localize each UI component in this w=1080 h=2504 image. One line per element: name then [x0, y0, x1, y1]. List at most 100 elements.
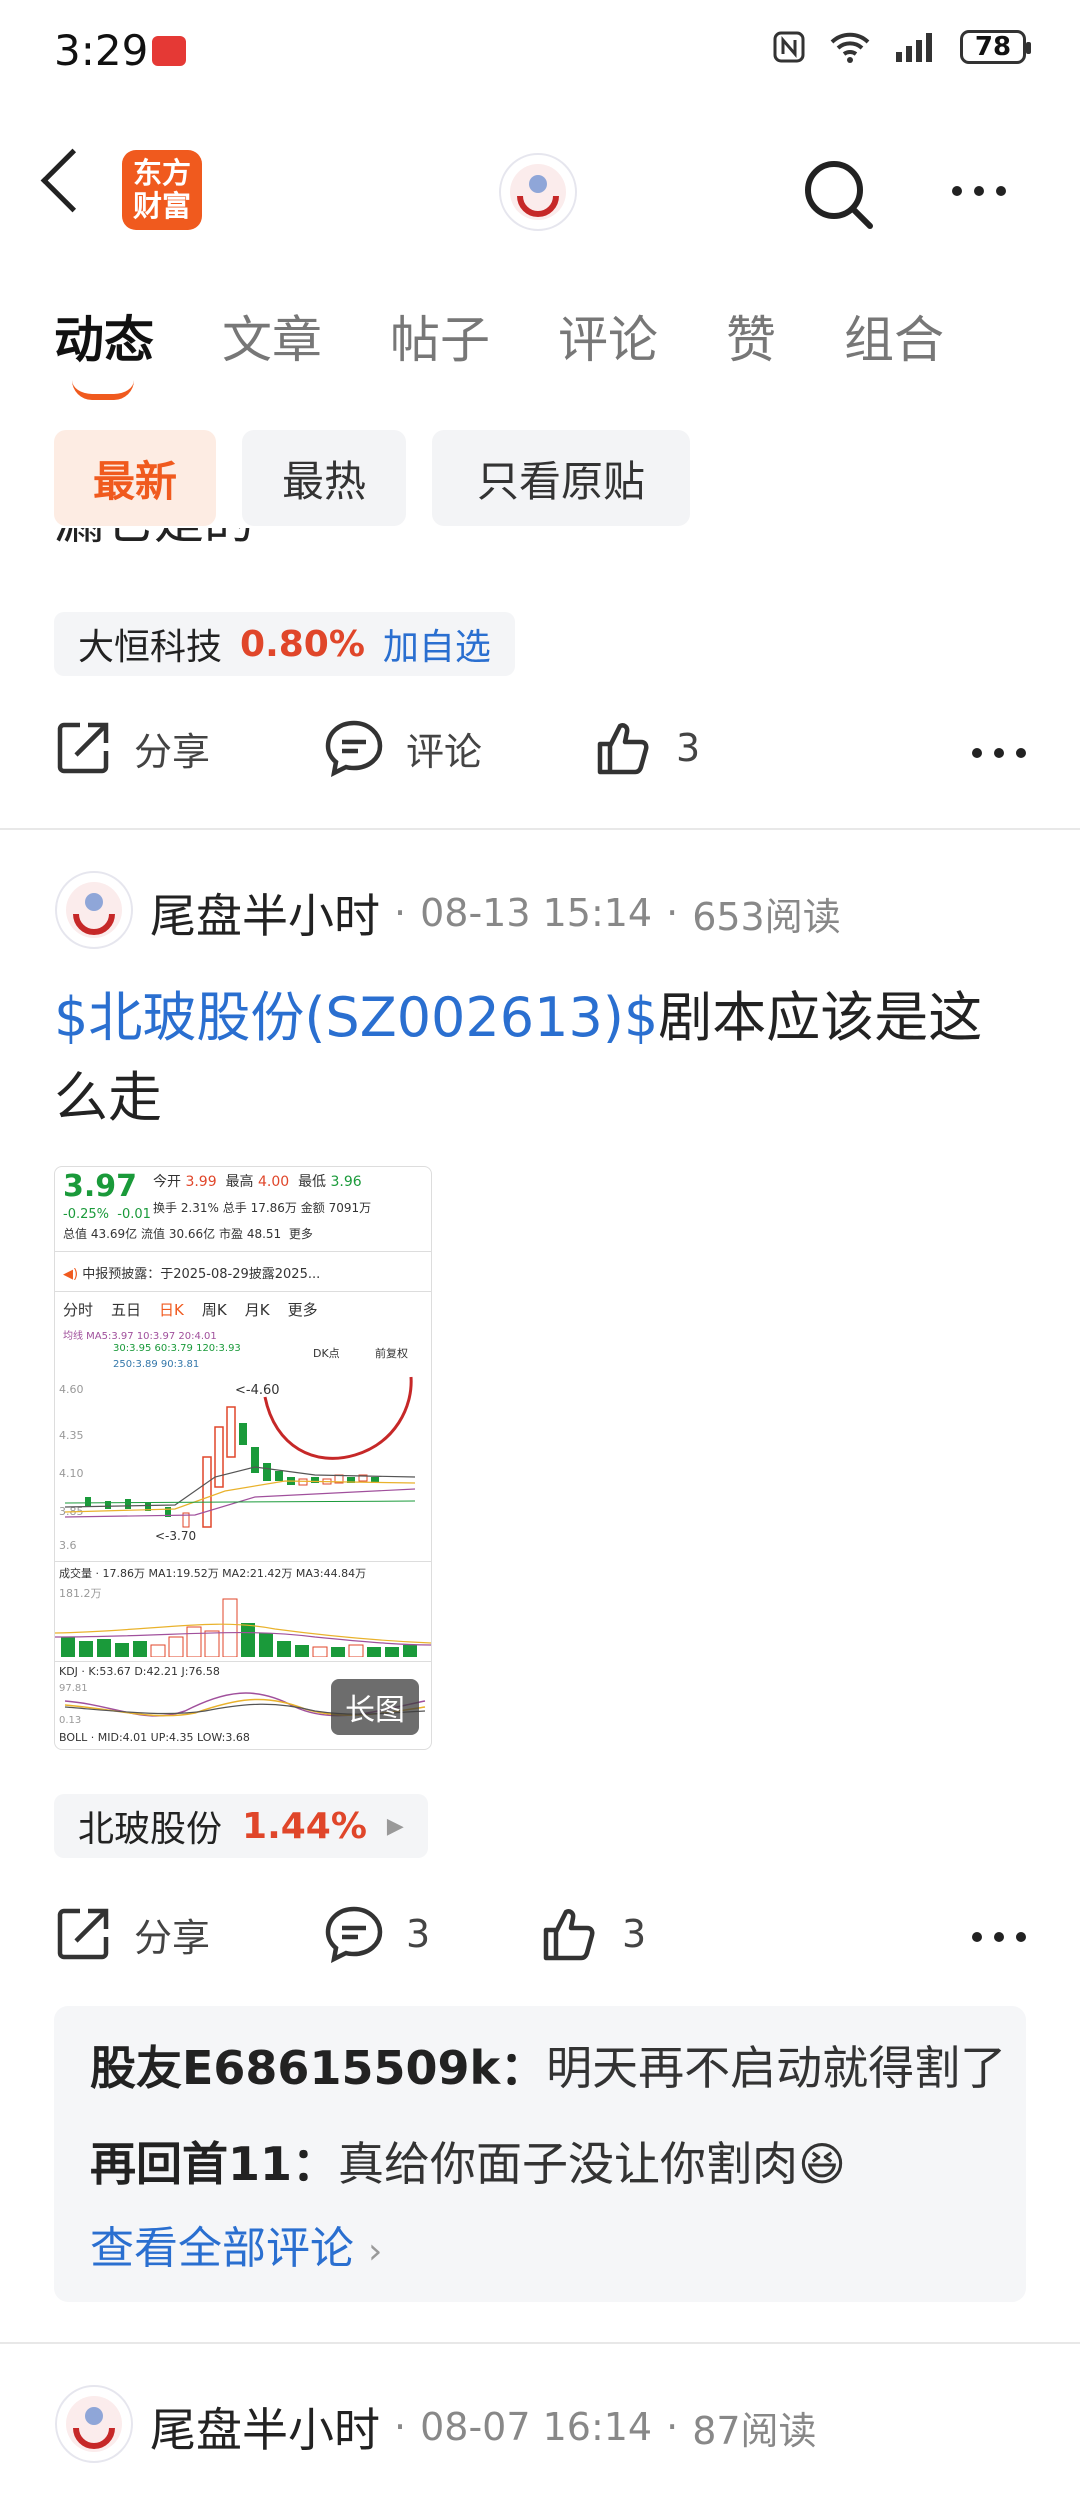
- meta-sep: ·: [666, 2405, 679, 2449]
- filter-original-only[interactable]: 只看原贴: [432, 430, 690, 526]
- meta-sep: ·: [394, 2405, 407, 2449]
- author-avatar[interactable]: [54, 870, 134, 950]
- author-name[interactable]: 尾盘半小时: [150, 2394, 380, 2460]
- more-menu-button[interactable]: [952, 186, 1006, 196]
- stock-tag-link[interactable]: $北玻股份(SZ002613)$: [54, 986, 658, 1049]
- wifi-icon: [830, 32, 870, 63]
- thumb-divider: [55, 1661, 431, 1662]
- logo-line-2: 财富: [132, 189, 191, 223]
- post-more-button[interactable]: [972, 748, 1026, 758]
- nfc-icon: [773, 31, 805, 63]
- period-tab: 月K: [244, 1301, 270, 1319]
- tab-posts[interactable]: 帖子: [390, 300, 490, 372]
- comment-user[interactable]: 再回首11: [90, 2137, 292, 2191]
- period-tab: 分时: [63, 1301, 94, 1319]
- volume: 总手 17.86万: [222, 1201, 297, 1215]
- stock-change: 1.44%: [242, 1805, 367, 1847]
- comment-user[interactable]: 股友E68615509k: [90, 2041, 500, 2095]
- view-all-comments-link[interactable]: 查看全部评论 ›: [90, 2212, 382, 2276]
- post-body[interactable]: $北玻股份(SZ002613)$剧本应该是这么走: [54, 978, 1014, 1138]
- notice-text: 中报预披露：于2025-08-29披露2025...: [82, 1267, 321, 1282]
- vol-label: 成交量 · 17.86万 MA1:19.52万 MA2:21.42万 MA3:4…: [59, 1567, 367, 1580]
- thumb-divider: [55, 1251, 431, 1252]
- high-val: 4.00: [257, 1174, 290, 1190]
- period-tab: 更多: [287, 1301, 318, 1319]
- status-icons: 78: [772, 30, 1031, 64]
- stock-chip[interactable]: 大恒科技 0.80% 加自选: [54, 612, 515, 676]
- thumb-valuation: 总值 43.69亿 流值 30.66亿 市盈 48.51 更多: [63, 1225, 313, 1242]
- amount: 金额 7091万: [300, 1201, 372, 1215]
- thumb-ohl: 今开 3.99 最高 4.00 最低 3.96: [153, 1171, 362, 1191]
- period-tab: 日K: [159, 1301, 184, 1319]
- comment-text: 明天再不启动就得割了: [546, 2041, 1007, 2095]
- comment-label: 评论: [406, 729, 483, 774]
- tab-likes[interactable]: 赞: [726, 300, 776, 372]
- meta-sep: ·: [394, 891, 407, 935]
- filter-hottest[interactable]: 最热: [242, 430, 406, 526]
- app-logo: 东方 财富: [122, 150, 202, 230]
- share-button[interactable]: 分享: [54, 719, 324, 777]
- tab-portfolio[interactable]: 组合: [844, 300, 944, 372]
- stock-name: 大恒科技: [78, 627, 223, 668]
- divider: [0, 2342, 1080, 2344]
- thumb-turnover: 换手 2.31% 总手 17.86万 金额 7091万: [153, 1199, 371, 1216]
- chevron-right-icon: ›: [368, 2231, 383, 2272]
- comment-item[interactable]: 股友E68615509k：明天再不启动就得割了: [90, 2032, 1006, 2098]
- filter-latest[interactable]: 最新: [54, 430, 216, 526]
- user-avatar[interactable]: [498, 152, 578, 232]
- period-tab: 周K: [201, 1301, 227, 1319]
- share-icon: [57, 722, 109, 774]
- post-date: 08-13 15:14: [420, 891, 653, 935]
- kdj-label: KDJ · K:53.67 D:42.21 J:76.58: [59, 1665, 220, 1678]
- comment-button[interactable]: 评论: [324, 719, 594, 777]
- tab-comments[interactable]: 评论: [558, 300, 658, 372]
- logo-line-1: 东方: [132, 156, 191, 190]
- tab-dynamic[interactable]: 动态: [54, 300, 154, 372]
- chevron-right-icon: ▶: [386, 1813, 404, 1839]
- ma-line2: 30:3.95 60:3.79 120:3.93: [113, 1343, 241, 1354]
- mcap: 总值 43.69亿: [63, 1227, 138, 1241]
- author-avatar[interactable]: [54, 2384, 134, 2464]
- post-image[interactable]: 3.97 -0.25% -0.01 今开 3.99 最高 4.00 最低 3.9…: [54, 1166, 432, 1750]
- low-val: 3.96: [330, 1174, 362, 1190]
- read-count: 87阅读: [692, 2408, 817, 2453]
- share-button[interactable]: 分享: [54, 1905, 324, 1963]
- comment-icon: [325, 1906, 383, 1963]
- stock-change: 0.80%: [240, 623, 365, 665]
- status-time: 3:29: [54, 26, 149, 75]
- search-icon[interactable]: [800, 156, 880, 236]
- more-link: 更多: [288, 1227, 313, 1241]
- signal-icon: [896, 33, 932, 62]
- author-name[interactable]: 尾盘半小时: [150, 880, 380, 946]
- comment-button[interactable]: 3: [324, 1905, 540, 1963]
- float-cap: 流值 30.66亿: [141, 1227, 216, 1241]
- open-label: 今开: [153, 1174, 181, 1190]
- post-actions: 分享 评论 3: [54, 718, 700, 778]
- back-button[interactable]: [40, 148, 105, 213]
- add-watchlist-button[interactable]: 加自选: [383, 618, 491, 670]
- high-label: 最高: [225, 1174, 254, 1190]
- comment-icon: [325, 720, 383, 777]
- thumb-notice: ◀) 中报预披露：于2025-08-29披露2025...: [63, 1267, 321, 1282]
- profile-tabs: 动态 文章 帖子 评论 赞 组合: [54, 300, 1012, 372]
- meta-sep: ·: [666, 891, 679, 935]
- thumb-pct: -0.25% -0.01: [63, 1207, 151, 1222]
- like-button[interactable]: 3: [540, 1904, 646, 1964]
- thumb-divider: [55, 1291, 431, 1292]
- stock-chip[interactable]: 北玻股份 1.44% ▶: [54, 1794, 428, 1858]
- thumbs-up-icon: [597, 723, 649, 775]
- thumbs-up-icon: [543, 1909, 595, 1961]
- post-more-button[interactable]: [972, 1932, 1026, 1942]
- like-button[interactable]: 3: [594, 718, 700, 778]
- battery-icon: 78: [960, 30, 1031, 64]
- ma-line: 均线 MA5:3.97 10:3.97 20:4.01: [63, 1331, 217, 1342]
- boll-label: BOLL · MID:4.01 UP:4.35 LOW:3.68: [59, 1731, 250, 1744]
- thumb-periods: 分时 五日 日K 周K 月K 更多: [63, 1299, 318, 1320]
- laughing-emoji-icon: 😆: [798, 2137, 846, 2191]
- post-header: 尾盘半小时 · 08-13 15:14 · 653阅读: [150, 880, 841, 946]
- thumb-pct-val: -0.25%: [63, 1207, 109, 1222]
- thumb-divider: [55, 1561, 431, 1562]
- notification-icon: [152, 36, 186, 66]
- tab-articles[interactable]: 文章: [222, 300, 322, 372]
- comment-item[interactable]: 再回首11：真给你面子没让你割肉😆: [90, 2128, 846, 2194]
